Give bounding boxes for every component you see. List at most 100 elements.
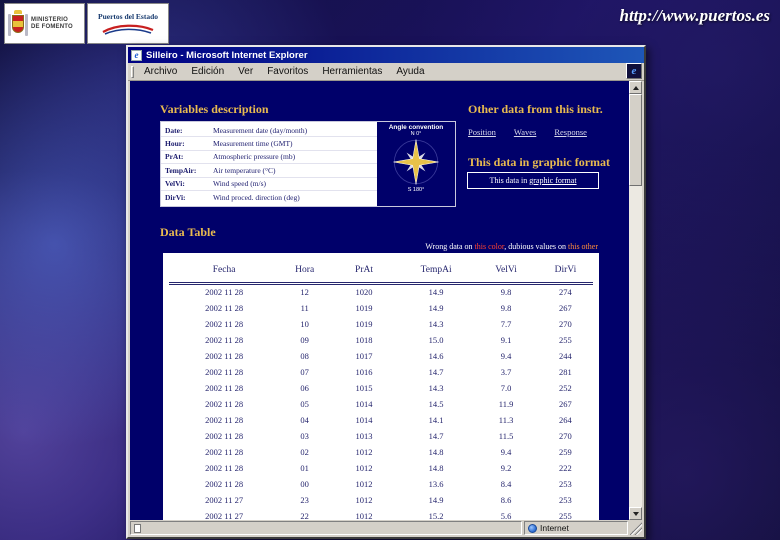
table-cell: 11 xyxy=(300,302,309,313)
table-row: 2002 11 28 02 1012 14.8 9.4 259 xyxy=(169,444,593,460)
variable-label: VelVi: xyxy=(165,179,185,189)
graphic-link-anchor[interactable]: graphic format xyxy=(529,176,576,185)
data-table-box: Fecha Hora PrAt TempAi VelVi DirVi 2002 11 28… xyxy=(163,253,599,520)
link-response[interactable]: Response xyxy=(554,127,587,137)
variable-row: DirVi: Wind proced. direction (deg) xyxy=(161,191,377,204)
table-cell: 2002 11 28 xyxy=(205,462,244,473)
table-cell: 1012 xyxy=(355,478,373,489)
table-cell: 9.4 xyxy=(500,446,512,457)
menu-ayuda[interactable]: Ayuda xyxy=(389,65,431,78)
table-cell: 2002 11 28 xyxy=(205,478,244,489)
internet-globe-icon xyxy=(528,523,537,533)
table-cell: 1017 xyxy=(355,350,373,361)
scrollbar-thumb[interactable] xyxy=(629,94,642,186)
table-cell: 14.8 xyxy=(428,446,444,457)
table-cell: 252 xyxy=(559,382,572,393)
menu-archivo[interactable]: Archivo xyxy=(137,65,184,78)
table-cell: 14.9 xyxy=(428,494,444,505)
table-cell: 274 xyxy=(559,287,572,298)
menu-edicion[interactable]: Edición xyxy=(184,65,231,78)
table-cell: 1012 xyxy=(355,446,373,457)
graphic-link-pre: This data in xyxy=(489,176,530,185)
menu-ver[interactable]: Ver xyxy=(231,65,260,78)
vertical-scrollbar[interactable] xyxy=(629,81,642,520)
graphic-format-link[interactable]: This data in graphic format xyxy=(467,172,599,189)
table-cell: 23 xyxy=(300,494,309,505)
table-cell: 22 xyxy=(300,510,309,521)
table-cell: 15.0 xyxy=(428,334,444,345)
slide-background: MINISTERIO DE FOMENTO Puertos del Estado… xyxy=(0,0,780,540)
table-cell: 253 xyxy=(559,478,572,489)
table-row: 2002 11 28 08 1017 14.6 9.4 244 xyxy=(169,348,593,364)
table-cell: 267 xyxy=(559,302,572,313)
data-table-heading: Data Table xyxy=(160,225,216,239)
menu-favoritos[interactable]: Favoritos xyxy=(260,65,315,78)
table-cell: 14.8 xyxy=(428,462,444,473)
scroll-up-button[interactable] xyxy=(629,81,642,94)
logo-strip: MINISTERIO DE FOMENTO Puertos del Estado xyxy=(4,3,169,44)
table-cell: 09 xyxy=(300,334,309,345)
legend-wrong-sample: this color xyxy=(474,242,505,251)
table-cell: 244 xyxy=(559,350,572,361)
table-cell: 1020 xyxy=(355,287,373,298)
table-header-prat: PrAt xyxy=(330,261,398,285)
link-position[interactable]: Position xyxy=(468,127,496,137)
table-cell: 1014 xyxy=(355,414,373,425)
table-cell: 04 xyxy=(300,414,309,425)
legend-mid: , dubious values on xyxy=(504,242,568,251)
table-cell: 1012 xyxy=(355,510,373,521)
table-cell: 2002 11 28 xyxy=(205,446,244,457)
table-row: 2002 11 28 01 1012 14.8 9.2 222 xyxy=(169,460,593,476)
table-cell: 7.7 xyxy=(500,318,512,329)
link-waves[interactable]: Waves xyxy=(514,127,536,137)
variable-description: Measurement time (GMT) xyxy=(213,139,293,149)
table-row: 2002 11 28 06 1015 14.3 7.0 252 xyxy=(169,380,593,396)
scroll-down-button[interactable] xyxy=(629,507,642,520)
table-cell: 281 xyxy=(559,366,572,377)
status-pane-main xyxy=(130,521,522,535)
other-data-links: Position Waves Response xyxy=(468,127,587,137)
table-row: 2002 11 28 05 1014 14.5 11.9 267 xyxy=(169,396,593,412)
table-cell: 01 xyxy=(300,462,309,473)
table-cell: 2002 11 28 xyxy=(205,414,244,425)
table-cell: 9.1 xyxy=(500,334,512,345)
table-cell: 10 xyxy=(300,318,309,329)
table-cell: 8.4 xyxy=(500,478,512,489)
ministerio-fomento-logo: MINISTERIO DE FOMENTO xyxy=(4,3,85,44)
variable-row: TempAir: Air temperature (°C) xyxy=(161,164,377,178)
variable-description: Air temperature (°C) xyxy=(213,165,276,175)
table-row: 2002 11 28 10 1019 14.3 7.7 270 xyxy=(169,316,593,332)
menu-bar: Archivo Edición Ver Favoritos Herramientas Ay… xyxy=(128,63,644,81)
table-cell: 2002 11 28 xyxy=(205,382,244,393)
ie-window-icon[interactable]: e xyxy=(131,49,142,61)
table-cell: 222 xyxy=(559,462,572,473)
table-header-dirvi: DirVi xyxy=(537,261,593,285)
variables-box: Date: Measurement date (day/month) Hour: Me… xyxy=(160,121,456,207)
table-cell: 1018 xyxy=(355,334,373,345)
table-cell: 14.3 xyxy=(428,318,444,329)
variable-row: Date: Measurement date (day/month) xyxy=(161,124,377,138)
table-cell: 1012 xyxy=(355,462,373,473)
data-quality-legend: Wrong data on this color, dubious values… xyxy=(130,242,598,251)
table-cell: 15.2 xyxy=(428,510,444,521)
table-cell: 2002 11 28 xyxy=(205,366,244,377)
toolbar-grip[interactable] xyxy=(131,65,134,78)
table-row: 2002 11 27 23 1012 14.9 8.6 253 xyxy=(169,492,593,508)
table-cell: 8.6 xyxy=(500,494,512,505)
data-table-body: 2002 11 28 12 1020 14.9 9.8 274 2002 11 … xyxy=(169,284,593,521)
table-cell: 2002 11 27 xyxy=(205,510,244,521)
table-cell: 9.8 xyxy=(500,302,512,313)
compass-rose-icon xyxy=(393,139,439,185)
title-bar[interactable]: e Silleiro - Microsoft Internet Explorer xyxy=(128,47,644,63)
table-cell: 1019 xyxy=(355,318,373,329)
table-cell: 2002 11 28 xyxy=(205,350,244,361)
table-cell: 02 xyxy=(300,446,309,457)
table-cell: 14.7 xyxy=(428,366,444,377)
graphic-format-heading: This data in graphic format xyxy=(468,155,611,169)
table-row: 2002 11 27 22 1012 15.2 5.6 255 xyxy=(169,508,593,521)
resize-grip[interactable] xyxy=(630,521,642,535)
angle-convention-title: Angle convention xyxy=(388,124,444,131)
data-table: Fecha Hora PrAt TempAi VelVi DirVi 2002 11 28… xyxy=(169,261,593,520)
table-cell: 264 xyxy=(559,414,572,425)
menu-herramientas[interactable]: Herramientas xyxy=(315,65,389,78)
